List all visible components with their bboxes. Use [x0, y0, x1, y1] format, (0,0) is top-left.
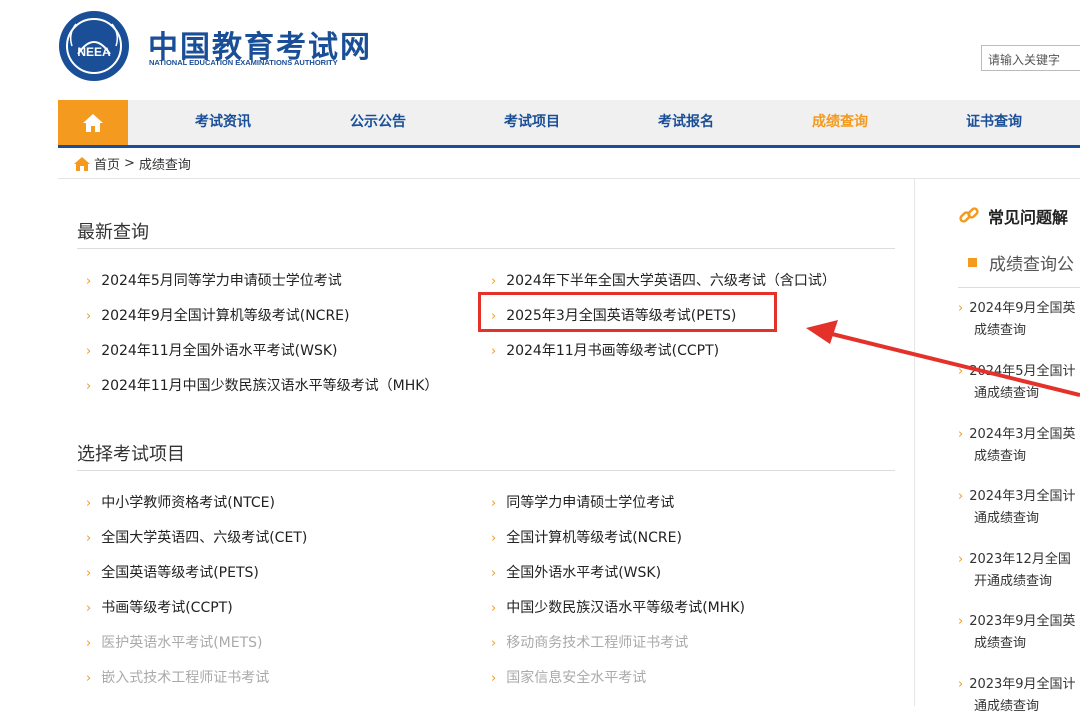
- latest-link[interactable]: › 2024年11月中国少数民族汉语水平等级考试（MHK）: [86, 375, 438, 395]
- chevron-right-icon: ›: [958, 364, 964, 379]
- sidebar-notice-item[interactable]: › 2023年12月全国 开通成绩查询: [958, 549, 1080, 593]
- project-link[interactable]: › 全国英语等级考试(PETS): [86, 562, 259, 582]
- project-link[interactable]: › 全国外语水平考试(WSK): [491, 562, 661, 582]
- sidebar-notice-item[interactable]: › 2024年3月全国英 成绩查询: [958, 424, 1080, 468]
- project-link-disabled: › 医护英语水平考试(METS): [86, 635, 263, 651]
- link-icon: [959, 207, 979, 223]
- chevron-right-icon: ›: [491, 274, 497, 289]
- projects-section-divider: [77, 470, 895, 471]
- sidebar-notice-item[interactable]: › 2023年9月全国英 成绩查询: [958, 611, 1080, 655]
- chevron-right-icon: ›: [86, 531, 92, 546]
- square-bullet-icon: [968, 258, 977, 267]
- chevron-right-icon: ›: [86, 379, 92, 394]
- chevron-right-icon: ›: [86, 601, 92, 616]
- chevron-right-icon: ›: [491, 601, 497, 616]
- sidebar-divider-line: [958, 287, 1080, 288]
- sidebar-divider: [914, 179, 915, 706]
- search-input[interactable]: 请输入关键字: [981, 45, 1080, 71]
- project-link-disabled: › 国家信息安全水平考试: [491, 670, 647, 686]
- chevron-right-icon: ›: [958, 301, 964, 316]
- latest-link[interactable]: › 2024年下半年全国大学英语四、六级考试（含口试）: [491, 270, 836, 290]
- chevron-right-icon: ›: [86, 671, 92, 686]
- nav-item-registration[interactable]: 考试报名: [626, 100, 746, 145]
- project-link-disabled: › 移动商务技术工程师证书考试: [491, 635, 689, 651]
- latest-link[interactable]: › 2024年11月全国外语水平考试(WSK): [86, 340, 337, 360]
- chevron-right-icon: ›: [958, 614, 964, 629]
- chevron-right-icon: ›: [958, 427, 964, 442]
- project-link[interactable]: › 中国少数民族汉语水平等级考试(MHK): [491, 597, 745, 617]
- latest-section-divider: [77, 248, 895, 249]
- latest-link[interactable]: › 2024年9月全国计算机等级考试(NCRE): [86, 305, 349, 325]
- sidebar-notice-item[interactable]: › 2023年9月全国计 通成绩查询: [958, 674, 1080, 718]
- nav-home-button[interactable]: [58, 100, 128, 145]
- project-link[interactable]: › 中小学教师资格考试(NTCE): [86, 492, 275, 512]
- nav-item-news[interactable]: 考试资讯: [163, 100, 283, 145]
- chevron-right-icon: ›: [86, 344, 92, 359]
- score-notice-subtitle: 成绩查询公: [968, 250, 1074, 275]
- project-link[interactable]: › 书画等级考试(CCPT): [86, 597, 233, 617]
- breadcrumb-home[interactable]: 首页: [94, 154, 120, 173]
- chevron-right-icon: ›: [491, 531, 497, 546]
- chevron-right-icon: ›: [958, 677, 964, 692]
- chevron-right-icon: ›: [86, 566, 92, 581]
- project-link[interactable]: › 同等学力申请硕士学位考试: [491, 492, 674, 512]
- nav-item-notices[interactable]: 公示公告: [318, 100, 438, 145]
- projects-section-title: 选择考试项目: [77, 444, 185, 465]
- breadcrumb: 首页 > 成绩查询: [74, 154, 191, 173]
- nav-item-scores[interactable]: 成绩查询: [780, 100, 900, 145]
- home-icon: [83, 113, 103, 132]
- sidebar-notice-item[interactable]: › 2024年9月全国英 成绩查询: [958, 298, 1080, 342]
- main-nav: 考试资讯 公示公告 考试项目 考试报名 成绩查询 证书查询: [58, 100, 1080, 148]
- breadcrumb-current: 成绩查询: [138, 158, 191, 173]
- breadcrumb-divider: [58, 178, 1080, 179]
- latest-section-title: 最新查询: [77, 222, 149, 243]
- neea-logo-icon[interactable]: NEEA: [58, 10, 130, 82]
- chevron-right-icon: ›: [491, 671, 497, 686]
- site-header: NEEA 中国教育考试网 NATIONAL EDUCATION EXAMINAT…: [0, 0, 1080, 98]
- site-title-en: NATIONAL EDUCATION EXAMINATIONS AUTHORIT…: [149, 58, 338, 67]
- sidebar-notice-item[interactable]: › 2024年5月全国计 通成绩查询: [958, 361, 1080, 405]
- nav-item-exams[interactable]: 考试项目: [472, 100, 592, 145]
- chevron-right-icon: ›: [86, 636, 92, 651]
- chevron-right-icon: ›: [86, 274, 92, 289]
- chevron-right-icon: ›: [491, 496, 497, 511]
- highlight-box: [478, 292, 777, 332]
- breadcrumb-separator: >: [124, 156, 135, 171]
- faq-title: 常见问题解: [958, 204, 1068, 228]
- project-link-disabled: › 嵌入式技术工程师证书考试: [86, 670, 270, 686]
- project-link[interactable]: › 全国大学英语四、六级考试(CET): [86, 527, 307, 547]
- latest-link[interactable]: › 2024年11月书画等级考试(CCPT): [491, 340, 719, 360]
- chevron-right-icon: ›: [491, 566, 497, 581]
- chevron-right-icon: ›: [86, 309, 92, 324]
- nav-item-certificates[interactable]: 证书查询: [934, 100, 1054, 145]
- latest-link[interactable]: › 2024年5月同等学力申请硕士学位考试: [86, 270, 342, 290]
- chevron-right-icon: ›: [491, 344, 497, 359]
- chevron-right-icon: ›: [958, 552, 964, 567]
- sidebar-notice-item[interactable]: › 2024年3月全国计 通成绩查询: [958, 486, 1080, 530]
- chevron-right-icon: ›: [491, 636, 497, 651]
- logo-text: NEEA: [77, 45, 111, 59]
- home-icon: [74, 156, 90, 171]
- chevron-right-icon: ›: [958, 489, 964, 504]
- project-link[interactable]: › 全国计算机等级考试(NCRE): [491, 527, 682, 547]
- chevron-right-icon: ›: [86, 496, 92, 511]
